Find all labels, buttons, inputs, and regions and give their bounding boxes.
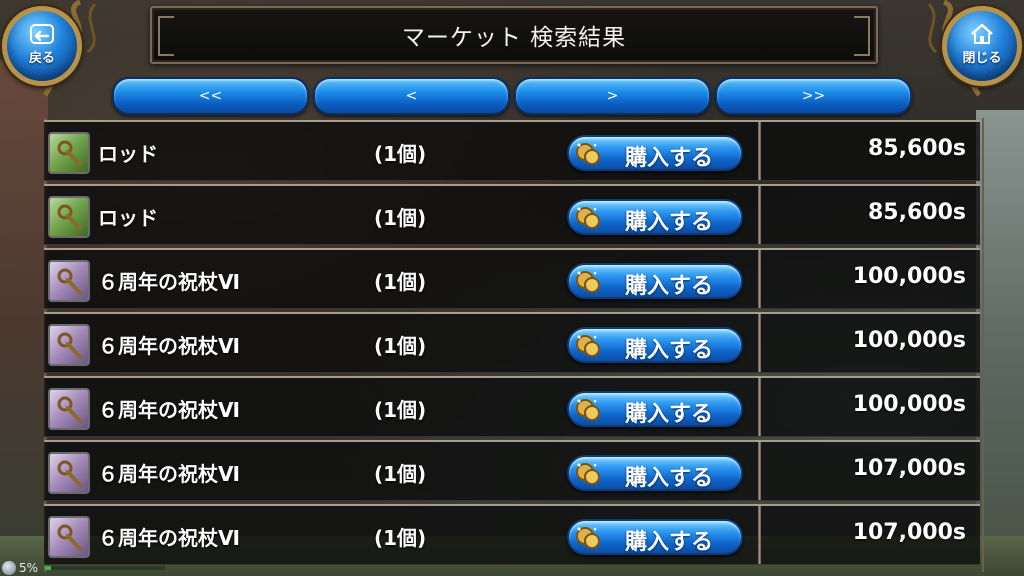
market-screen: 戻る マーケット 検索結果 閉じる << < > >> ロッド (1個) 購入す…: [0, 0, 1024, 576]
column-divider: [758, 378, 761, 436]
coin-icon: [576, 207, 600, 229]
prev-page-button[interactable]: <: [313, 77, 510, 115]
column-divider: [758, 122, 761, 180]
buy-button[interactable]: 購入する: [567, 263, 743, 299]
list-item: ６周年の祝杖Ⅵ (1個) 購入する 100,000s: [44, 248, 980, 309]
return-arrow-icon: [30, 23, 54, 44]
item-name: ロッド: [98, 142, 158, 166]
item-name: ６周年の祝杖Ⅵ: [98, 334, 240, 358]
buy-button[interactable]: 購入する: [567, 519, 743, 555]
rod-icon: [48, 196, 90, 238]
column-divider: [758, 186, 761, 244]
column-divider: [758, 314, 761, 372]
buy-label: 購入する: [625, 402, 714, 427]
column-divider: [758, 250, 761, 308]
item-price: 107,000s: [852, 520, 966, 545]
coin-icon: [576, 143, 600, 165]
staff-icon: [48, 324, 90, 366]
list-item: ６周年の祝杖Ⅵ (1個) 購入する 100,000s: [44, 376, 980, 437]
close-button[interactable]: 閉じる: [942, 6, 1022, 86]
staff-icon: [48, 452, 90, 494]
battery-orb-icon: [2, 561, 16, 575]
item-quantity: (1個): [374, 398, 427, 422]
item-quantity: (1個): [374, 206, 427, 230]
buy-button[interactable]: 購入する: [567, 135, 743, 171]
item-name: ６周年の祝杖Ⅵ: [98, 398, 240, 422]
item-quantity: (1個): [374, 270, 427, 294]
buy-label: 購入する: [625, 338, 714, 363]
battery-status: 5%: [2, 560, 166, 576]
coin-icon: [576, 399, 600, 421]
list-item: ロッド (1個) 購入する 85,600s: [44, 120, 980, 181]
buy-button[interactable]: 購入する: [567, 199, 743, 235]
item-price: 100,000s: [852, 328, 966, 353]
item-price: 100,000s: [852, 392, 966, 417]
item-price: 107,000s: [852, 456, 966, 481]
coin-icon: [576, 271, 600, 293]
buy-button[interactable]: 購入する: [567, 327, 743, 363]
coin-icon: [576, 527, 600, 549]
item-quantity: (1個): [374, 526, 427, 550]
buy-button[interactable]: 購入する: [567, 455, 743, 491]
battery-percent: 5%: [19, 561, 39, 575]
list-item: ６周年の祝杖Ⅵ (1個) 購入する 107,000s: [44, 440, 980, 501]
buy-label: 購入する: [625, 466, 714, 491]
buy-label: 購入する: [625, 530, 714, 555]
rod-icon: [48, 132, 90, 174]
back-button[interactable]: 戻る: [2, 6, 82, 86]
background-wall: [0, 60, 48, 540]
item-quantity: (1個): [374, 142, 427, 166]
item-price: 85,600s: [868, 200, 966, 225]
buy-label: 購入する: [625, 146, 714, 171]
battery-bar-fill: [45, 566, 52, 570]
list-item: ロッド (1個) 購入する 85,600s: [44, 184, 980, 245]
battery-bar: [45, 566, 166, 570]
item-price: 100,000s: [852, 264, 966, 289]
next-page-button[interactable]: >: [514, 77, 711, 115]
column-divider: [758, 506, 761, 564]
list-item: ６周年の祝杖Ⅵ (1個) 購入する 100,000s: [44, 312, 980, 373]
buy-label: 購入する: [625, 210, 714, 235]
item-name: ６周年の祝杖Ⅵ: [98, 526, 240, 550]
item-price: 85,600s: [868, 136, 966, 161]
item-name: ロッド: [98, 206, 158, 230]
pagination-bar: << < > >>: [112, 77, 912, 115]
page-title: マーケット 検索結果: [401, 25, 627, 51]
staff-icon: [48, 388, 90, 430]
close-label: 閉じる: [962, 50, 1002, 66]
coin-icon: [576, 463, 600, 485]
item-name: ６周年の祝杖Ⅵ: [98, 462, 240, 486]
column-divider: [758, 442, 761, 500]
buy-label: 購入する: [625, 274, 714, 299]
home-icon: [971, 23, 993, 44]
item-quantity: (1個): [374, 334, 427, 358]
last-page-button[interactable]: >>: [715, 77, 912, 115]
item-quantity: (1個): [374, 462, 427, 486]
page-title-bar: マーケット 検索結果: [150, 6, 878, 64]
staff-icon: [48, 260, 90, 302]
buy-button[interactable]: 購入する: [567, 391, 743, 427]
back-label: 戻る: [28, 50, 55, 66]
item-name: ６周年の祝杖Ⅵ: [98, 270, 240, 294]
list-item: ６周年の祝杖Ⅵ (1個) 購入する 107,000s: [44, 504, 980, 565]
coin-icon: [576, 335, 600, 357]
staff-icon: [48, 516, 90, 558]
first-page-button[interactable]: <<: [112, 77, 309, 115]
